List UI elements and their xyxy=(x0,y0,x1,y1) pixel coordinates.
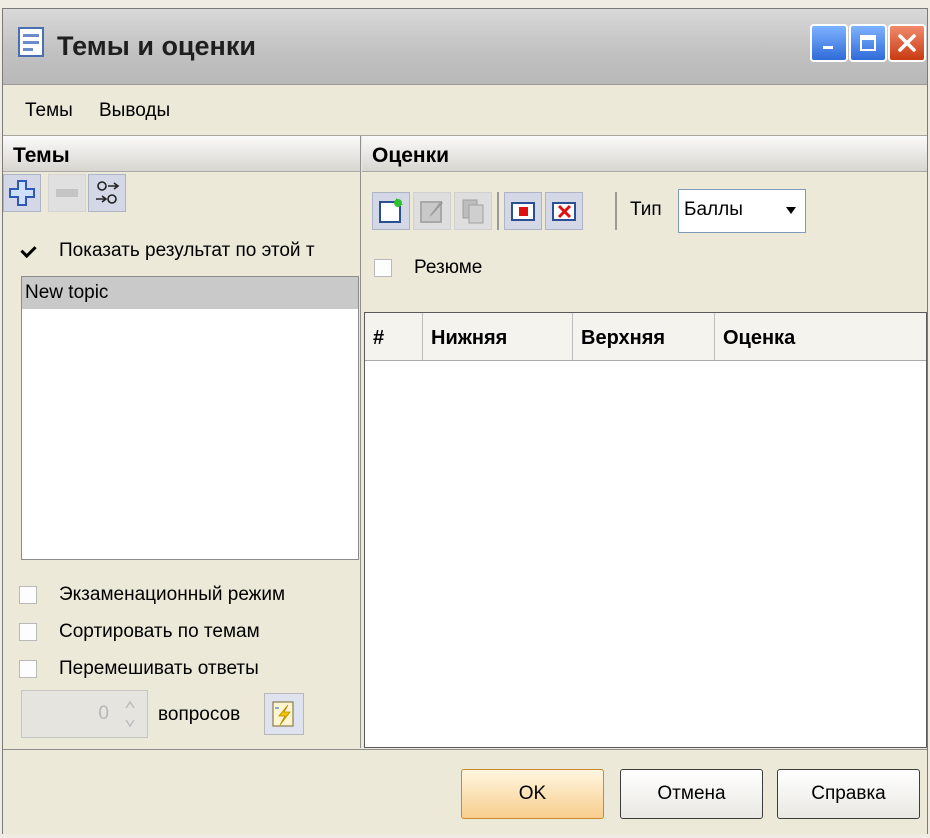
delete-icon xyxy=(552,202,576,221)
maximize-icon xyxy=(860,35,876,51)
ok-button[interactable]: OK xyxy=(461,769,604,819)
close-button[interactable] xyxy=(888,24,926,62)
new-document-icon xyxy=(379,198,403,223)
topic-list[interactable]: New topic xyxy=(21,276,359,560)
topics-panel: Темы Показать результат по этой т New to… xyxy=(3,136,361,748)
shuffle-answers-checkbox-row[interactable]: Перемешивать ответы xyxy=(19,658,259,680)
type-select-value: Баллы xyxy=(684,199,743,220)
summary-checkbox[interactable] xyxy=(374,259,392,277)
grades-panel: Оценки Тип Баллы Резюме # Нижняя Верхняя… xyxy=(362,136,927,748)
sort-by-topics-checkbox[interactable] xyxy=(19,623,37,641)
summary-checkbox-row[interactable]: Резюме xyxy=(374,257,482,279)
add-topic-button[interactable] xyxy=(3,174,41,212)
delete-grade-button[interactable] xyxy=(545,192,583,230)
plus-icon xyxy=(9,180,35,206)
questions-count-stepper[interactable]: 0 xyxy=(21,690,148,738)
stop-button[interactable] xyxy=(504,192,542,230)
type-label: Тип xyxy=(630,199,662,220)
sort-by-topics-label: Сортировать по темам xyxy=(59,621,260,642)
sort-by-topics-checkbox-row[interactable]: Сортировать по темам xyxy=(19,621,260,643)
shuffle-answers-checkbox[interactable] xyxy=(19,660,37,678)
menu-item-conclusions[interactable]: Выводы xyxy=(99,100,170,122)
spin-arrows-icon[interactable] xyxy=(123,697,137,731)
title-bar[interactable]: Темы и оценки xyxy=(3,9,927,85)
grades-panel-title: Оценки xyxy=(362,136,927,172)
copy-icon xyxy=(462,199,484,224)
toolbar-separator xyxy=(497,192,499,230)
shuffle-answers-label: Перемешивать ответы xyxy=(59,658,259,679)
maximize-button[interactable] xyxy=(849,24,887,62)
minus-icon xyxy=(56,189,78,197)
column-header-upper[interactable]: Верхняя xyxy=(573,313,715,360)
app-icon xyxy=(18,27,44,57)
copy-grade-button[interactable] xyxy=(454,192,492,230)
menu-bar: Темы Выводы xyxy=(3,85,927,136)
exam-mode-label: Экзаменационный режим xyxy=(59,584,286,605)
minimize-icon xyxy=(823,46,833,49)
edit-grade-button[interactable] xyxy=(413,192,451,230)
rename-icon xyxy=(96,181,120,204)
cancel-button[interactable]: Отмена xyxy=(620,769,763,819)
rename-topic-button[interactable] xyxy=(88,174,126,212)
exam-mode-checkbox[interactable] xyxy=(19,586,37,604)
column-header-lower[interactable]: Нижняя xyxy=(423,313,573,360)
topics-panel-title: Темы xyxy=(3,136,360,172)
minimize-button[interactable] xyxy=(810,24,848,62)
auto-fill-button[interactable] xyxy=(264,693,304,735)
stop-icon xyxy=(511,202,535,221)
summary-label: Резюме xyxy=(414,257,483,278)
type-select[interactable]: Баллы xyxy=(678,189,806,233)
questions-count-value: 0 xyxy=(98,703,109,724)
add-grade-button[interactable] xyxy=(372,192,410,230)
list-item[interactable]: New topic xyxy=(22,277,358,309)
column-header-grade[interactable]: Оценка xyxy=(715,313,925,360)
grades-table-header: # Нижняя Верхняя Оценка xyxy=(365,313,926,361)
questions-label: вопросов xyxy=(158,704,241,725)
close-icon xyxy=(898,34,916,52)
dialog-button-bar: OK Отмена Справка xyxy=(3,749,927,834)
edit-icon xyxy=(420,201,443,223)
show-result-checkbox[interactable] xyxy=(19,242,37,260)
help-button[interactable]: Справка xyxy=(777,769,920,819)
dialog-window: Темы и оценки Темы Выводы Темы Показать … xyxy=(2,8,928,834)
exam-mode-checkbox-row[interactable]: Экзаменационный режим xyxy=(19,584,285,606)
magic-wand-icon xyxy=(272,701,294,727)
column-header-number[interactable]: # xyxy=(365,313,423,360)
window-title: Темы и оценки xyxy=(57,31,256,61)
show-result-checkbox-row[interactable]: Показать результат по этой т xyxy=(19,240,315,262)
toolbar-separator xyxy=(615,192,617,230)
chevron-down-icon[interactable] xyxy=(786,207,796,214)
grades-table[interactable]: # Нижняя Верхняя Оценка xyxy=(364,312,927,748)
show-result-label: Показать результат по этой т xyxy=(59,240,315,261)
remove-topic-button[interactable] xyxy=(48,174,86,212)
menu-item-topics[interactable]: Темы xyxy=(25,100,73,122)
